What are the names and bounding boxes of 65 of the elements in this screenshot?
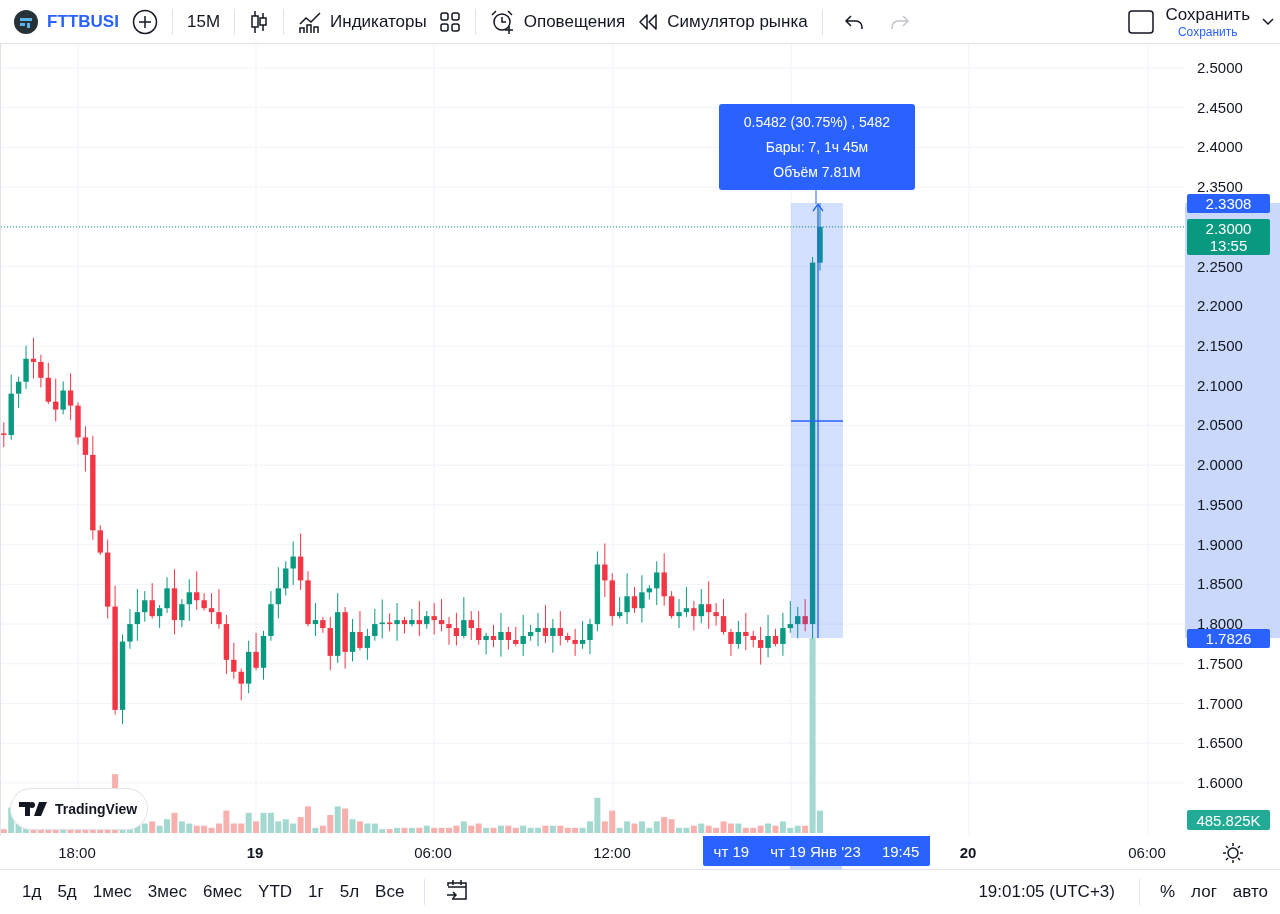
price-label: 2.2000 xyxy=(1197,299,1243,314)
time-label: 19 xyxy=(246,844,264,862)
scale-option-button[interactable]: % xyxy=(1151,878,1184,906)
price-label: 1.6500 xyxy=(1197,736,1243,751)
range-button[interactable]: 6мес xyxy=(194,878,251,906)
price-range-measure[interactable] xyxy=(790,189,844,639)
watermark-logo[interactable]: TradingView xyxy=(11,789,148,829)
price-label: 1.8500 xyxy=(1197,577,1243,592)
range-button[interactable]: 3мес xyxy=(139,878,195,906)
price-label: 2.5000 xyxy=(1197,61,1243,75)
range-button[interactable]: 5л xyxy=(331,878,368,906)
chart-icon xyxy=(298,9,323,34)
scale-option-button[interactable]: авто xyxy=(1224,878,1276,906)
range-button[interactable]: Все xyxy=(367,878,413,906)
candles-icon xyxy=(249,8,270,35)
price-label: 2.1000 xyxy=(1197,378,1243,393)
price-label: 1.6000 xyxy=(1197,775,1243,790)
price-label: 2.4500 xyxy=(1197,100,1243,115)
time-label: 12:00 xyxy=(593,844,631,862)
range-button[interactable]: 1д xyxy=(14,878,50,906)
price-label: 2.3500 xyxy=(1197,180,1243,195)
price-label: 2.0000 xyxy=(1197,458,1243,473)
settings-icon xyxy=(1221,842,1244,864)
range-button[interactable]: 1г xyxy=(300,878,332,906)
measure-text: Бары: 7, 1ч 45м xyxy=(765,138,869,156)
square-icon xyxy=(1127,9,1154,34)
price-label: 1.7000 xyxy=(1197,696,1243,711)
volume-badge: 485.825K xyxy=(1187,810,1270,830)
timezone-button[interactable]: 19:01:05 (UTC+3) xyxy=(970,878,1123,906)
time-label: 06:00 xyxy=(1128,844,1166,862)
rewind-icon xyxy=(637,11,660,32)
logo-icon xyxy=(14,9,38,34)
scale-option-button[interactable]: лог xyxy=(1183,878,1225,906)
interval-button[interactable]: 15M xyxy=(181,3,227,40)
replay-button[interactable]: Симулятор рынка xyxy=(631,3,814,40)
alarm-clock-icon xyxy=(489,8,516,35)
price-badge: 2.3308 xyxy=(1187,194,1270,213)
grid-icon xyxy=(438,10,461,33)
symbol-button[interactable]: FTTBUSI xyxy=(8,3,126,40)
price-label: 1.9500 xyxy=(1197,497,1243,512)
price-label: 2.0500 xyxy=(1197,418,1243,433)
save-button[interactable]: Сохранить Сохранить xyxy=(1159,1,1256,42)
alerts-button[interactable]: Оповещения xyxy=(483,3,632,40)
price-label: 2.2500 xyxy=(1197,259,1243,274)
range-button[interactable]: YTD xyxy=(250,878,301,906)
measure-text: Объём 7.81M xyxy=(773,163,861,181)
range-button[interactable]: 5д xyxy=(49,878,85,906)
last-price-badge: 2.3000 13:55 xyxy=(1187,219,1270,255)
price-badge: 1.7826 xyxy=(1187,629,1270,648)
logo-mark-icon xyxy=(19,802,47,816)
measure-text: 0.5482 (30.75%) , 5482 xyxy=(743,113,891,131)
price-label: 2.1500 xyxy=(1197,339,1243,354)
plus-icon xyxy=(132,8,158,35)
range-button[interactable]: 1мес xyxy=(84,878,140,906)
time-label: 06:00 xyxy=(414,844,452,862)
time-label: 18:00 xyxy=(58,844,96,862)
time-label: 20 xyxy=(959,844,977,862)
price-label: 1.9000 xyxy=(1197,537,1243,552)
price-label: 2.4000 xyxy=(1197,140,1243,155)
indicators-button[interactable]: Индикаторы xyxy=(292,3,433,40)
price-label: 1.8000 xyxy=(1197,617,1243,632)
price-label: 1.7500 xyxy=(1197,656,1243,671)
chevron-down-icon xyxy=(1262,17,1274,26)
time-badge: чт 19 чт 19 Янв '23 19:45 xyxy=(703,836,930,866)
calendar-icon xyxy=(445,877,470,902)
